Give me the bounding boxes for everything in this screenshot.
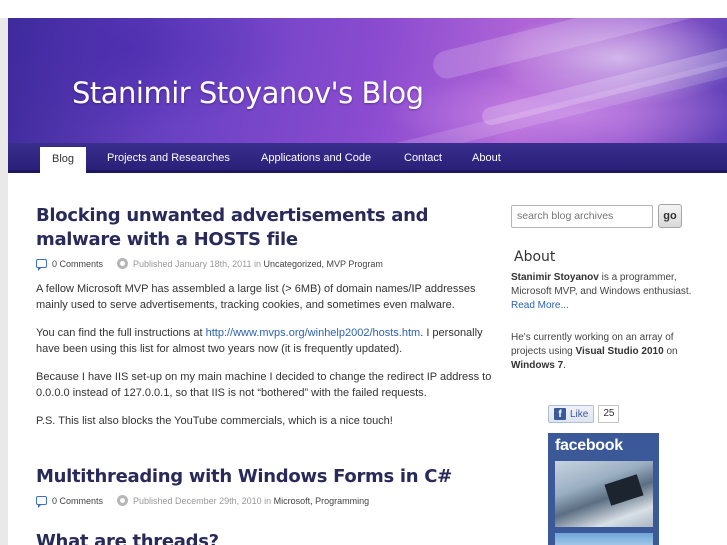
nav-item-applications-and-code[interactable]: Applications and Code bbox=[261, 152, 371, 164]
page: Stanimir Stoyanov's Blog Blog Projects a… bbox=[8, 18, 727, 545]
post-paragraph: P.S. This list also blocks the YouTube c… bbox=[36, 415, 393, 427]
facebook-f-icon: f bbox=[554, 408, 566, 420]
post-paragraph: A fellow Microsoft MVP has assembled a l… bbox=[36, 283, 476, 311]
post-title-link[interactable]: Multithreading with Windows Forms in C# bbox=[36, 465, 496, 489]
facebook-like-button[interactable]: f Like bbox=[548, 405, 595, 423]
working-text: He's currently working on an array of pr… bbox=[511, 331, 696, 373]
blog-title[interactable]: Stanimir Stoyanov's Blog bbox=[72, 76, 424, 110]
posts-column: Blocking unwanted advertisements and mal… bbox=[36, 204, 496, 545]
nav-item-blog[interactable]: Blog bbox=[40, 147, 87, 173]
comments-link[interactable]: 0 Comments bbox=[52, 259, 103, 269]
facebook-badge[interactable]: facebook bbox=[548, 433, 659, 545]
author-name: Stanimir Stoyanov bbox=[511, 272, 599, 283]
nav-item-projects-and-researches[interactable]: Projects and Researches bbox=[107, 152, 230, 164]
blog-header: Stanimir Stoyanov's Blog Blog Projects a… bbox=[8, 18, 727, 173]
working-text-part: . bbox=[563, 360, 566, 371]
categories-link[interactable]: Uncategorized, MVP Program bbox=[263, 259, 382, 269]
main-navigation: Blog Projects and Researches Application… bbox=[8, 143, 727, 173]
working-bold: Visual Studio 2010 bbox=[575, 346, 664, 357]
facebook-photo[interactable] bbox=[555, 461, 653, 527]
post-meta: 0 Comments Published December 29th, 2010… bbox=[36, 495, 496, 508]
post: Blocking unwanted advertisements and mal… bbox=[36, 204, 496, 429]
read-more-link[interactable]: Read More... bbox=[511, 300, 569, 311]
published-date: Published January 18th, 2011 in bbox=[133, 258, 261, 269]
facebook-photo[interactable] bbox=[555, 533, 653, 545]
facebook-like-widget: f Like 25 bbox=[548, 405, 620, 423]
about-heading: About bbox=[514, 249, 556, 265]
post-paragraph: Because I have IIS set-up on my main mac… bbox=[36, 371, 492, 399]
post-subheading: What are threads? bbox=[36, 531, 219, 545]
working-bold: Windows 7 bbox=[511, 360, 564, 371]
clock-icon bbox=[117, 495, 129, 506]
sidebar: go About Stanimir Stoyanov is a programm… bbox=[511, 204, 696, 545]
published-date: Published December 29th, 2010 in bbox=[133, 495, 272, 506]
hosts-link[interactable]: http://www.mvps.org/winhelp2002/hosts.ht… bbox=[206, 327, 421, 339]
working-text-part: on bbox=[663, 346, 678, 357]
top-strip bbox=[0, 0, 727, 18]
facebook-logo: facebook bbox=[555, 437, 623, 454]
nav-item-about[interactable]: About bbox=[472, 152, 501, 164]
comments-link[interactable]: 0 Comments bbox=[52, 496, 103, 506]
categories-link[interactable]: Microsoft, Programming bbox=[274, 496, 370, 506]
clock-icon bbox=[117, 258, 129, 269]
search-input[interactable] bbox=[511, 204, 653, 228]
like-count: 25 bbox=[598, 405, 620, 423]
comment-icon bbox=[36, 496, 47, 508]
post-paragraph: You can find the full instructions at ht… bbox=[36, 325, 496, 357]
search-form: go bbox=[511, 204, 696, 228]
paragraph-text: You can find the full instructions at bbox=[36, 327, 206, 339]
comment-icon bbox=[36, 259, 47, 271]
nav-item-contact[interactable]: Contact bbox=[404, 152, 442, 164]
like-label: Like bbox=[570, 408, 589, 420]
post-meta: 0 Comments Published January 18th, 2011 … bbox=[36, 258, 496, 271]
post: Multithreading with Windows Forms in C# … bbox=[36, 465, 496, 545]
search-go-button[interactable]: go bbox=[658, 204, 682, 228]
about-text: Stanimir Stoyanov is a programmer, Micro… bbox=[511, 271, 696, 313]
post-title-link[interactable]: Blocking unwanted advertisements and mal… bbox=[36, 204, 496, 252]
